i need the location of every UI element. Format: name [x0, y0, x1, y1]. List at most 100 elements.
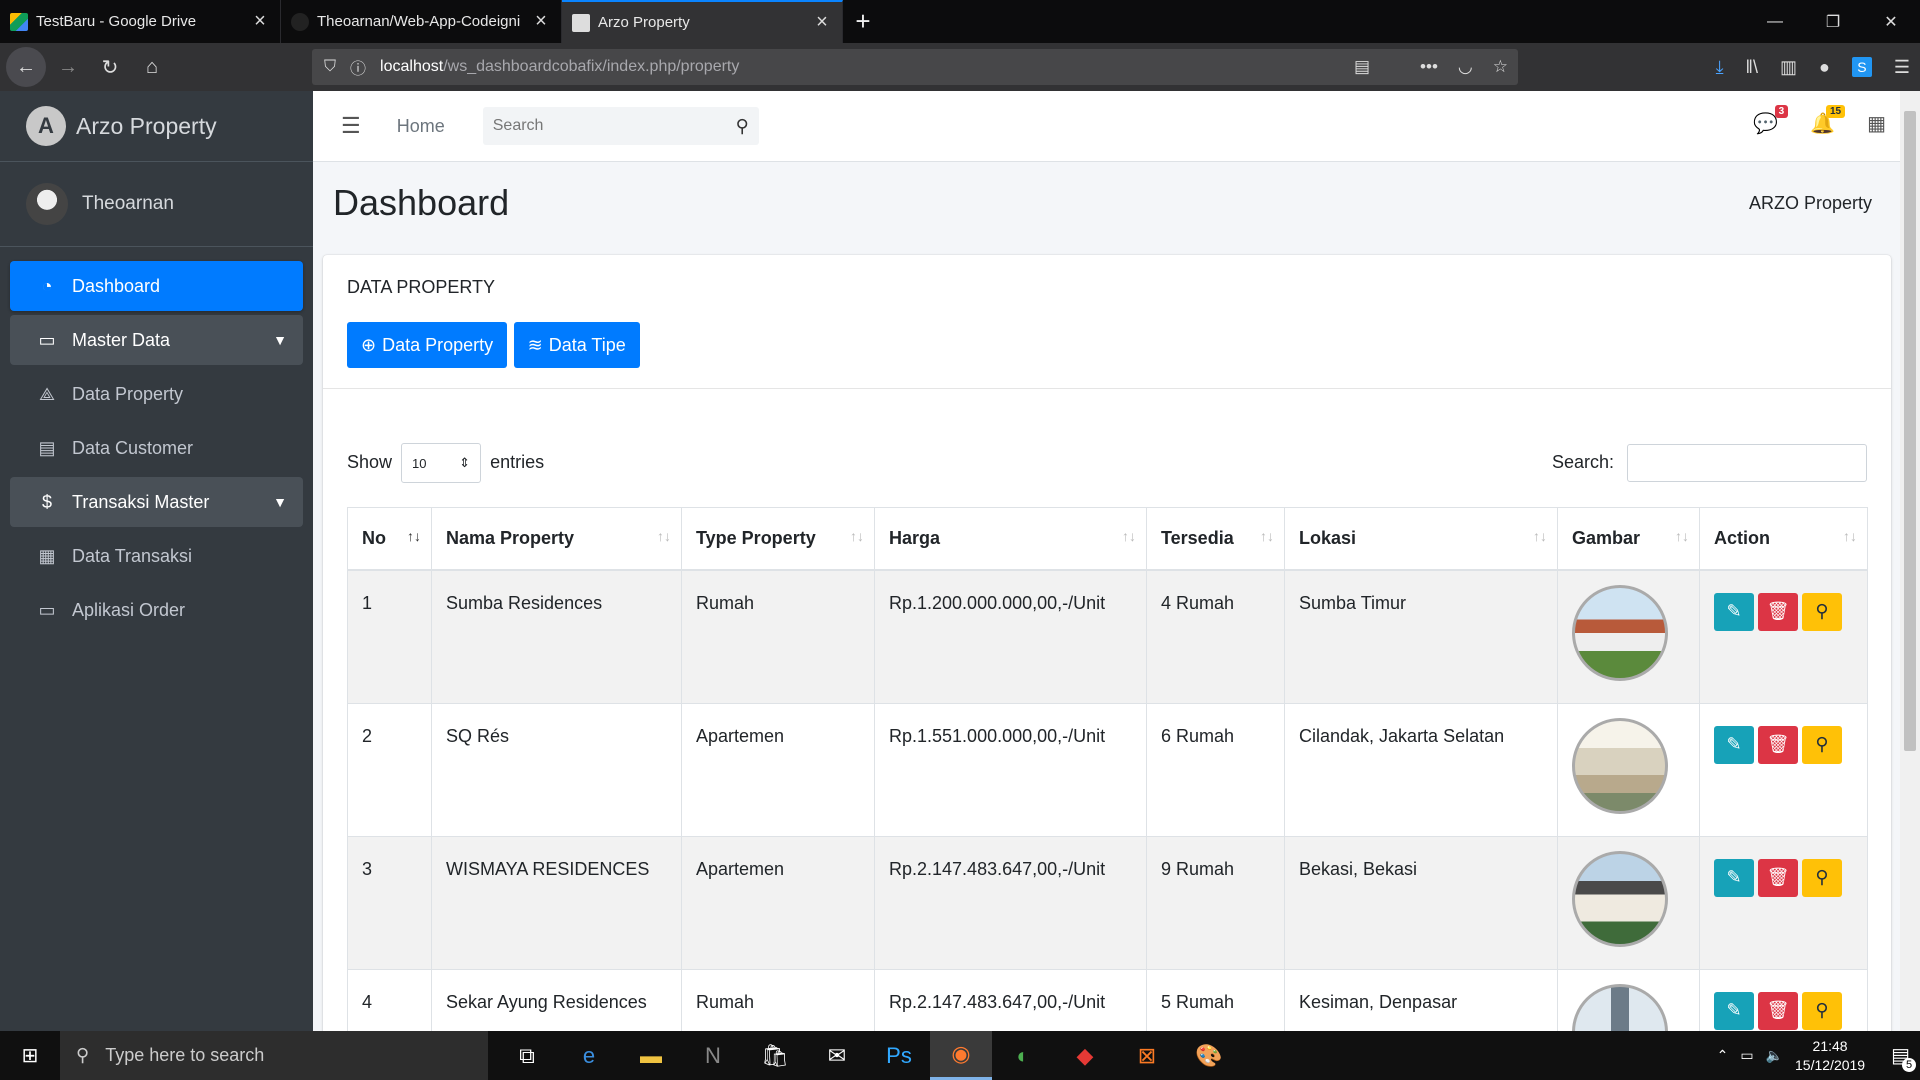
- scrollbar-thumb[interactable]: [1904, 111, 1916, 751]
- forward-button[interactable]: →: [48, 47, 88, 87]
- taskbar-search[interactable]: ⚲ Type here to search: [60, 1031, 488, 1080]
- view-button[interactable]: ⚲: [1802, 858, 1842, 897]
- menu-icon[interactable]: ☰: [1894, 57, 1910, 78]
- notion-icon[interactable]: N: [682, 1031, 744, 1080]
- back-button[interactable]: ←: [6, 47, 46, 87]
- property-image[interactable]: [1572, 850, 1668, 947]
- brand[interactable]: A Arzo Property: [0, 91, 313, 162]
- bell-icon[interactable]: 🔔 15: [1810, 105, 1846, 136]
- git-icon[interactable]: ◆: [1054, 1031, 1116, 1080]
- edge-icon[interactable]: e: [558, 1031, 620, 1080]
- xampp-icon[interactable]: ⊠: [1116, 1031, 1178, 1080]
- sidebar-item-data-customer[interactable]: ▤ Data Customer: [10, 423, 303, 473]
- minimize-icon[interactable]: —: [1746, 0, 1804, 43]
- url-bar[interactable]: ⛉ ⓘ localhost/ws_dashboardcobafix/index.…: [312, 49, 1518, 85]
- download-icon[interactable]: ⤓: [1716, 57, 1724, 78]
- browser-tab[interactable]: Theoarnan/Web-App-Codeigni ×: [281, 0, 562, 43]
- app-icon[interactable]: ◐: [992, 1031, 1054, 1080]
- windows-start-icon[interactable]: ⊞: [0, 1043, 60, 1068]
- delete-button[interactable]: 🗑: [1758, 991, 1798, 1030]
- property-image[interactable]: [1572, 983, 1668, 1031]
- sidebar-item-transaksi-master[interactable]: $ Transaksi Master ▼: [10, 477, 303, 527]
- page-actions-icon[interactable]: •••: [1420, 57, 1438, 77]
- view-button[interactable]: ⚲: [1802, 725, 1842, 764]
- task-view-icon[interactable]: ⧉: [496, 1031, 558, 1080]
- col-gambar[interactable]: Gambar ↑↓: [1557, 507, 1700, 571]
- browser-tab[interactable]: TestBaru - Google Drive ×: [0, 0, 281, 43]
- delete-button[interactable]: 🗑: [1758, 858, 1798, 897]
- delete-button[interactable]: 🗑: [1758, 592, 1798, 631]
- close-tab-icon[interactable]: ×: [531, 10, 551, 33]
- sidebar-item-label: Dashboard: [72, 275, 161, 296]
- property-image[interactable]: [1572, 717, 1668, 814]
- col-nama[interactable]: Nama Property ↑↓: [431, 507, 682, 571]
- chevron-up-icon[interactable]: ⌃: [1717, 1047, 1729, 1064]
- sidebar-item-label: Aplikasi Order: [72, 599, 186, 620]
- library-icon[interactable]: ‖\: [1746, 57, 1758, 78]
- edit-button[interactable]: ✎: [1714, 725, 1754, 764]
- home-link[interactable]: Home: [397, 116, 445, 137]
- navbar-search[interactable]: Search ⚲: [482, 107, 759, 145]
- new-tab-button[interactable]: +: [843, 0, 883, 43]
- notification-center-icon[interactable]: ▤ 5: [1891, 1043, 1916, 1072]
- reload-button[interactable]: ↻: [90, 47, 130, 87]
- account-icon[interactable]: ●: [1819, 57, 1830, 78]
- grid-icon[interactable]: ▦: [1867, 111, 1886, 136]
- col-tersedia[interactable]: Tersedia ↑↓: [1146, 507, 1285, 571]
- page-scrollbar[interactable]: [1900, 91, 1920, 1031]
- property-image[interactable]: [1572, 584, 1668, 681]
- add-data-property-button[interactable]: ⊕ Data Property: [347, 322, 508, 368]
- sidebar-item-data-transaksi[interactable]: ▦ Data Transaksi: [10, 531, 303, 581]
- col-action[interactable]: Action ↑↓: [1699, 507, 1868, 571]
- search-input[interactable]: Search: [493, 117, 544, 135]
- entries-select[interactable]: 10 ⇕: [401, 443, 482, 483]
- sort-icon: ↑↓: [657, 527, 671, 544]
- sidebar-toggle-icon[interactable]: ▥: [1780, 57, 1797, 78]
- cell-no: 3: [347, 835, 432, 970]
- sidebar-item-data-property[interactable]: ⟁ Data Property: [10, 369, 303, 419]
- breadcrumb[interactable]: ARZO Property: [1749, 193, 1872, 214]
- sidebar-item-master-data[interactable]: ▭ Master Data ▼: [10, 315, 303, 365]
- pocket-icon[interactable]: ◡: [1458, 57, 1473, 77]
- col-type[interactable]: Type Property ↑↓: [681, 507, 875, 571]
- table-search-input[interactable]: [1627, 444, 1867, 482]
- sidebar-item-dashboard[interactable]: ◔ Dashboard: [10, 261, 303, 311]
- user-panel[interactable]: Theoarnan: [0, 162, 313, 247]
- reader-view-icon[interactable]: ▤: [1354, 57, 1370, 77]
- messages-icon[interactable]: 💬 3: [1753, 105, 1789, 136]
- delete-button[interactable]: 🗑: [1758, 725, 1798, 764]
- hamburger-menu-icon[interactable]: ☰: [341, 113, 361, 139]
- volume-icon[interactable]: 🔈: [1766, 1047, 1783, 1064]
- edit-button[interactable]: ✎: [1714, 991, 1754, 1030]
- info-icon[interactable]: ⓘ: [350, 55, 366, 79]
- restore-icon[interactable]: ❐: [1804, 0, 1862, 43]
- col-no[interactable]: No ↑↓: [347, 507, 432, 571]
- bookmark-star-icon[interactable]: ☆: [1493, 57, 1508, 77]
- view-button[interactable]: ⚲: [1802, 592, 1842, 631]
- mail-icon[interactable]: ✉: [806, 1031, 868, 1080]
- store-icon[interactable]: 🛍: [744, 1031, 806, 1080]
- battery-icon[interactable]: ▭: [1740, 1047, 1753, 1064]
- home-button[interactable]: ⌂: [132, 47, 172, 87]
- view-button[interactable]: ⚲: [1802, 991, 1842, 1030]
- col-lokasi[interactable]: Lokasi ↑↓: [1284, 507, 1558, 571]
- search-icon[interactable]: ⚲: [736, 116, 749, 137]
- shield-icon[interactable]: ⛉: [324, 58, 336, 76]
- data-tipe-button[interactable]: ≋ Data Tipe: [513, 322, 640, 368]
- extension-icon[interactable]: S: [1851, 57, 1872, 77]
- col-harga[interactable]: Harga ↑↓: [874, 507, 1147, 571]
- paint-icon[interactable]: 🎨: [1178, 1031, 1240, 1080]
- clock[interactable]: 21:48 15/12/2019: [1795, 1037, 1865, 1075]
- url-text[interactable]: localhost/ws_dashboardcobafix/index.php/…: [380, 58, 739, 76]
- close-tab-icon[interactable]: ×: [250, 10, 270, 33]
- sidebar-item-aplikasi-order[interactable]: ▭ Aplikasi Order: [10, 585, 303, 635]
- photoshop-icon[interactable]: Ps: [868, 1031, 930, 1080]
- close-window-icon[interactable]: ✕: [1862, 0, 1920, 43]
- edit-button[interactable]: ✎: [1714, 592, 1754, 631]
- file-explorer-icon[interactable]: ▬: [620, 1031, 682, 1080]
- taskbar-search-input[interactable]: Type here to search: [105, 1045, 264, 1066]
- firefox-icon[interactable]: ◉: [930, 1031, 992, 1080]
- browser-tab-active[interactable]: Arzo Property ×: [562, 0, 843, 43]
- close-tab-icon[interactable]: ×: [812, 11, 832, 34]
- edit-button[interactable]: ✎: [1714, 858, 1754, 897]
